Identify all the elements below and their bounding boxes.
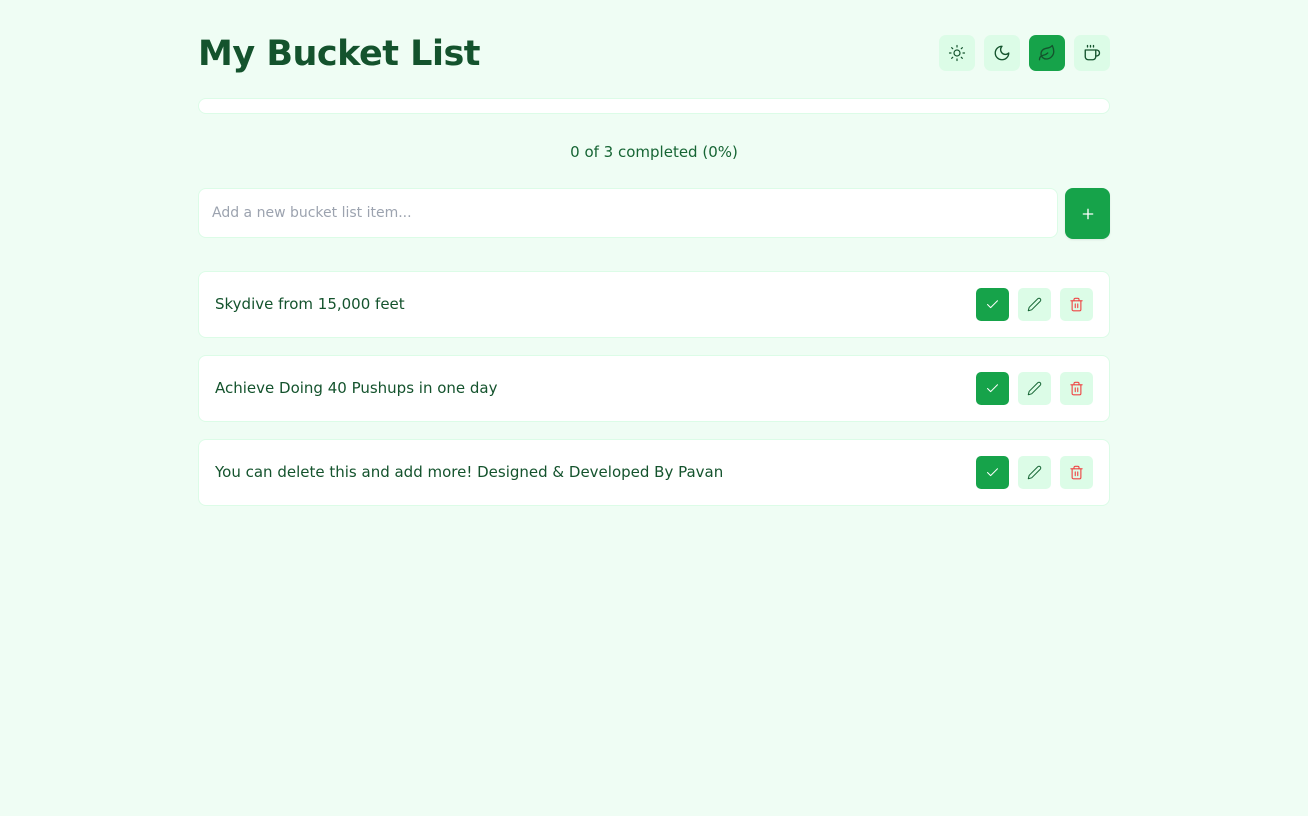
trash-icon <box>1070 381 1083 396</box>
delete-button[interactable] <box>1060 456 1093 489</box>
pencil-icon <box>1027 381 1042 396</box>
new-item-input[interactable] <box>198 188 1058 238</box>
item-actions <box>976 456 1093 489</box>
check-icon <box>987 468 998 477</box>
plus-icon <box>1082 208 1093 219</box>
leaf-icon <box>1038 44 1055 61</box>
edit-button[interactable] <box>1018 456 1051 489</box>
page-title: My Bucket List <box>198 34 481 74</box>
item-actions <box>976 372 1093 405</box>
header: My Bucket List <box>198 30 1110 78</box>
theme-coffee-button[interactable] <box>1074 35 1110 71</box>
add-item-row <box>198 188 1110 239</box>
list-item: Skydive from 15,000 feet <box>198 271 1110 338</box>
list-item: You can delete this and add more! Design… <box>198 439 1110 506</box>
theme-switcher <box>939 35 1110 71</box>
complete-button[interactable] <box>976 288 1009 321</box>
theme-nature-button[interactable] <box>1029 35 1065 71</box>
delete-button[interactable] <box>1060 288 1093 321</box>
add-item-button[interactable] <box>1065 188 1110 239</box>
complete-button[interactable] <box>976 372 1009 405</box>
pencil-icon <box>1027 297 1042 312</box>
coffee-icon <box>1084 44 1101 61</box>
edit-button[interactable] <box>1018 372 1051 405</box>
edit-button[interactable] <box>1018 288 1051 321</box>
theme-light-button[interactable] <box>939 35 975 71</box>
trash-icon <box>1070 465 1083 480</box>
check-icon <box>987 384 998 393</box>
moon-icon <box>994 45 1010 61</box>
check-icon <box>987 300 998 309</box>
complete-button[interactable] <box>976 456 1009 489</box>
list-item-text: Skydive from 15,000 feet <box>215 295 405 313</box>
list-item: Achieve Doing 40 Pushups in one day <box>198 355 1110 422</box>
progress-bar <box>198 98 1110 114</box>
pencil-icon <box>1027 465 1042 480</box>
trash-icon <box>1070 297 1083 312</box>
sun-icon <box>948 44 966 62</box>
list-item-text: Achieve Doing 40 Pushups in one day <box>215 379 498 397</box>
list-item-text: You can delete this and add more! Design… <box>215 463 724 481</box>
delete-button[interactable] <box>1060 372 1093 405</box>
bucket-list: Skydive from 15,000 feet Achieve Doing 4… <box>198 271 1110 523</box>
theme-dark-button[interactable] <box>984 35 1020 71</box>
progress-text: 0 of 3 completed (0%) <box>570 143 738 161</box>
item-actions <box>976 288 1093 321</box>
